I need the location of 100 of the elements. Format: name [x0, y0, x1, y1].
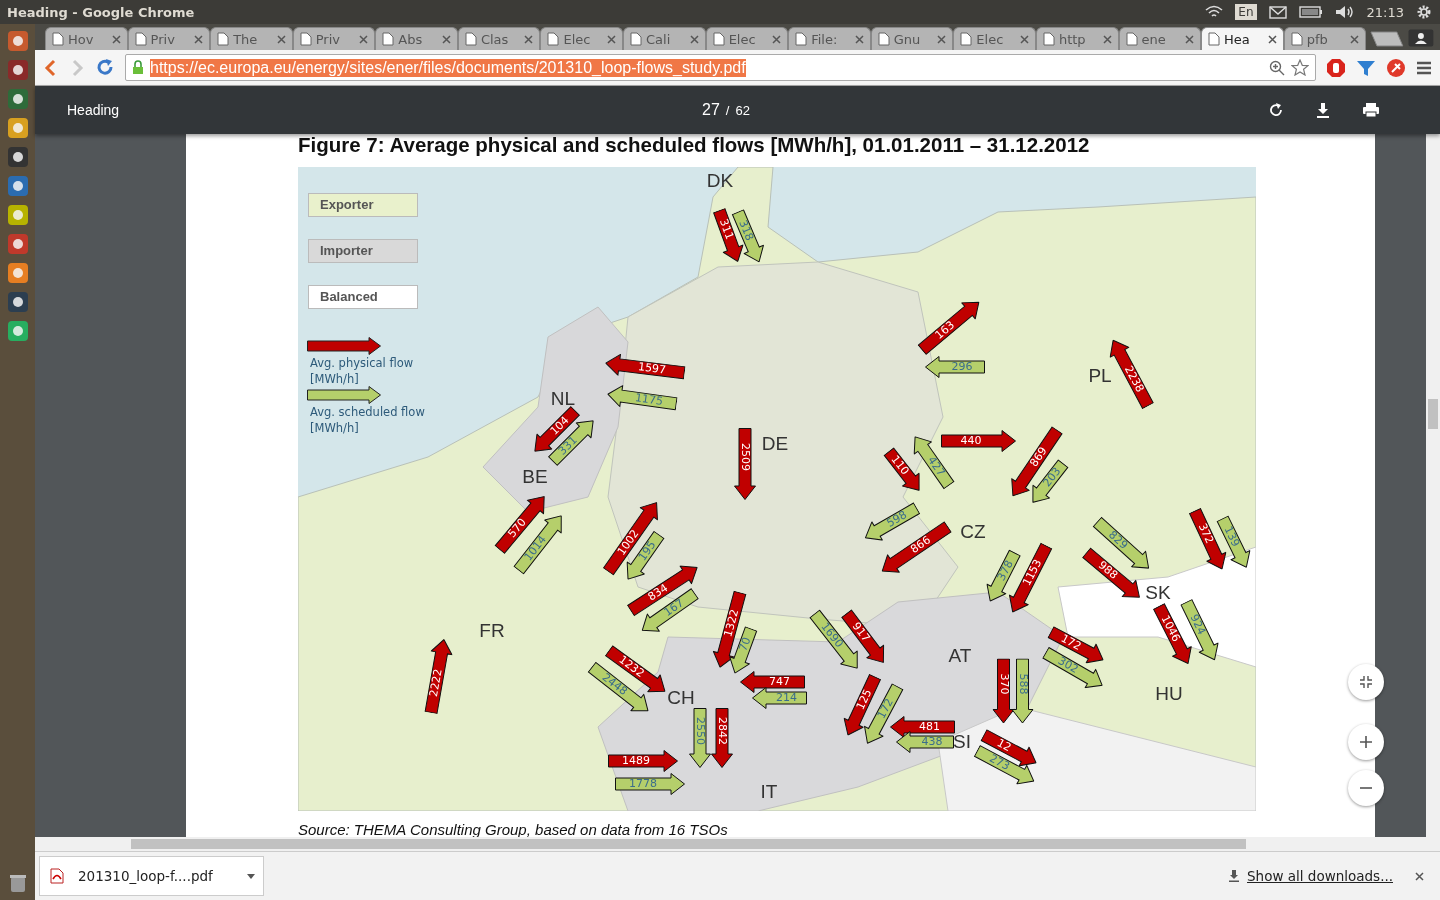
rotate-icon[interactable] — [1268, 102, 1284, 118]
flow-arrow: 2509 — [734, 428, 756, 500]
browser-tab[interactable]: Priv — [292, 27, 376, 50]
close-icon[interactable] — [111, 34, 121, 44]
browser-tab[interactable]: Elec — [540, 27, 624, 50]
country-label: AT — [948, 645, 972, 667]
close-icon[interactable] — [1102, 34, 1112, 44]
app-icon[interactable] — [6, 204, 29, 226]
address-field[interactable]: https://ec.europa.eu/energy/sites/ener/files/documents/201310_loop-flows_study.pdf — [125, 54, 1316, 81]
close-icon[interactable] — [276, 34, 286, 44]
page-count: 62 — [735, 103, 750, 118]
page-icon — [1208, 32, 1221, 46]
stop-sign-icon[interactable] — [1326, 57, 1346, 78]
collapse-icon — [1360, 676, 1372, 688]
page-icon — [547, 32, 560, 46]
volume-icon[interactable] — [1334, 5, 1355, 19]
page-icon — [217, 32, 230, 46]
browser-tab[interactable]: Hea — [1201, 27, 1284, 50]
reload-icon[interactable] — [95, 57, 115, 78]
browser-tab[interactable]: File: — [788, 27, 871, 50]
app-icon[interactable] — [6, 88, 29, 110]
legend-swatch: Importer — [308, 239, 418, 263]
new-tab-icon[interactable] — [1370, 31, 1405, 47]
country-label: CZ — [960, 521, 986, 543]
download-item[interactable]: 201310_loop-f....pdf — [39, 856, 264, 896]
app-icon[interactable] — [6, 175, 29, 197]
close-icon[interactable] — [937, 34, 947, 44]
page-icon — [1290, 32, 1303, 46]
browser-tab[interactable]: Cali — [623, 27, 706, 50]
horizontal-scrollbar[interactable] — [35, 837, 1440, 851]
close-icon[interactable] — [1267, 34, 1277, 44]
country-label: PL — [1088, 365, 1112, 387]
flow-arrow: 370 — [992, 658, 1014, 724]
close-icon[interactable] — [1019, 34, 1029, 44]
close-icon[interactable] — [194, 34, 204, 44]
browser-tab[interactable]: http — [1035, 27, 1119, 50]
zoom-in-button[interactable] — [1348, 724, 1384, 760]
country-label: SK — [1145, 582, 1171, 604]
app-icon[interactable] — [6, 117, 29, 139]
close-icon[interactable] — [441, 34, 451, 44]
app-icon[interactable] — [6, 320, 29, 342]
keyboard-indicator[interactable]: En — [1235, 4, 1257, 20]
flow-arrow: 747 — [739, 671, 805, 693]
page-separator: / — [725, 103, 730, 118]
browser-tab[interactable]: The — [210, 27, 293, 50]
country-label: SI — [953, 731, 971, 753]
close-icon[interactable] — [772, 34, 782, 44]
vertical-scrollbar[interactable] — [1426, 134, 1440, 837]
download-icon[interactable] — [1316, 102, 1330, 118]
fit-page-button[interactable] — [1348, 664, 1384, 700]
page-icon — [1042, 32, 1055, 46]
page-icon — [464, 32, 477, 46]
app-icon[interactable] — [6, 262, 29, 284]
browser-tab[interactable]: Elec — [705, 27, 789, 50]
menu-icon[interactable] — [1416, 60, 1432, 75]
plug-icon[interactable] — [1386, 57, 1406, 78]
caret-icon[interactable] — [247, 873, 255, 879]
star-icon[interactable] — [1291, 59, 1309, 76]
flow-arrow: 296 — [925, 356, 985, 378]
browser-tab[interactable]: Priv — [127, 27, 211, 50]
legend-swatch: Exporter — [308, 193, 418, 217]
app-icon[interactable] — [6, 59, 29, 81]
page-number[interactable]: 27 — [702, 101, 720, 119]
close-icon[interactable] — [1350, 34, 1360, 44]
close-icon[interactable] — [854, 34, 864, 44]
browser-tab[interactable]: Clas — [457, 27, 541, 50]
browser-tab[interactable]: ene — [1118, 27, 1202, 50]
browser-tab[interactable]: Abs — [375, 27, 458, 50]
flow-arrow: 588 — [1011, 658, 1033, 724]
page-icon — [382, 32, 395, 46]
zoom-out-button[interactable] — [1348, 770, 1384, 806]
app-icon[interactable] — [6, 30, 29, 52]
person-icon[interactable] — [1408, 29, 1434, 47]
browser-tab[interactable]: pfb — [1283, 27, 1367, 50]
close-icon[interactable] — [524, 34, 534, 44]
close-icon[interactable] — [607, 34, 617, 44]
app-icon[interactable] — [6, 146, 29, 168]
app-icon[interactable] — [6, 291, 29, 313]
close-icon[interactable] — [1415, 871, 1424, 881]
clock[interactable]: 21:13 — [1366, 4, 1404, 20]
page-icon — [52, 32, 64, 46]
flow-arrow: 214 — [751, 687, 807, 709]
close-icon[interactable] — [689, 34, 699, 44]
country-label: BE — [522, 466, 548, 488]
show-all-downloads-link[interactable]: Show all downloads... — [1247, 868, 1393, 884]
print-icon[interactable] — [1362, 102, 1380, 118]
browser-tab[interactable]: Hov — [45, 27, 128, 50]
pdf-file-icon — [50, 868, 64, 884]
wifi-icon[interactable] — [1205, 5, 1224, 19]
gear-icon[interactable] — [1416, 4, 1432, 20]
download-icon — [1229, 870, 1240, 882]
close-icon[interactable] — [1185, 34, 1195, 44]
mail-icon[interactable] — [1268, 5, 1287, 19]
browser-tab[interactable]: Gnu — [870, 27, 954, 50]
zoom-icon[interactable] — [1269, 59, 1285, 76]
app-icon[interactable] — [6, 233, 29, 255]
flow-arrow: 2842 — [711, 708, 733, 768]
battery-icon[interactable] — [1298, 6, 1323, 18]
close-icon[interactable] — [359, 34, 369, 44]
browser-tab[interactable]: Elec — [953, 27, 1036, 50]
